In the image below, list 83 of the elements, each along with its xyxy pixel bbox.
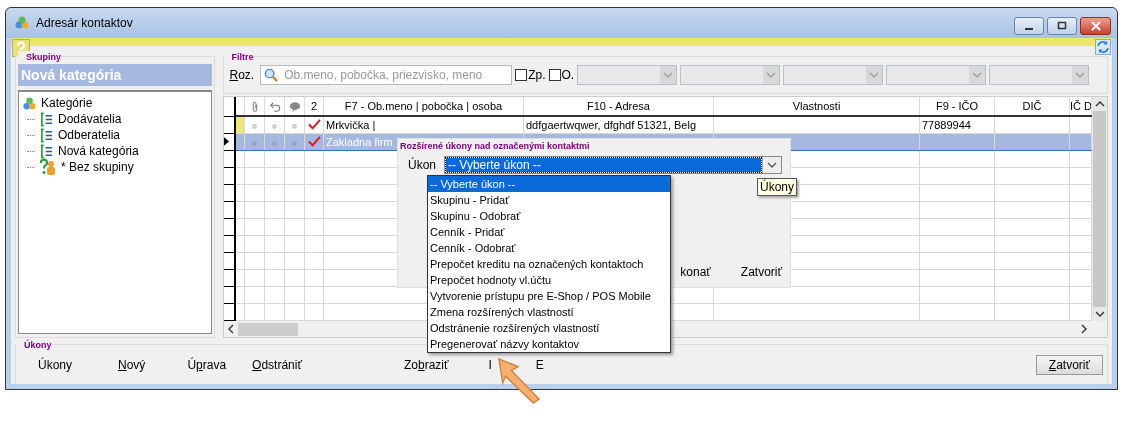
current-group-header: Nová kategória: [18, 64, 212, 86]
minimize-button[interactable]: [1014, 17, 1044, 35]
search-icon: [264, 67, 280, 83]
maximize-icon: [1056, 20, 1068, 32]
dropdown-option[interactable]: Skupinu - Odobrať: [428, 208, 670, 224]
dot-icon: [252, 124, 257, 129]
toolbar-button[interactable]: Zobraziť: [397, 358, 455, 372]
toolbar-button[interactable]: Úkony: [32, 358, 78, 372]
vertical-scrollbar[interactable]: [1092, 97, 1107, 321]
scroll-up-icon[interactable]: [1094, 101, 1105, 107]
dropdown-option[interactable]: Odstránenie rozšírených vlastností: [428, 320, 670, 336]
table-cell: 77889944: [922, 119, 971, 131]
group-label: Skupiny: [18, 51, 61, 63]
close-dialog-button[interactable]: Zatvoriť: [1035, 355, 1103, 375]
toolbar-button[interactable]: I: [482, 358, 498, 372]
list-icon: [39, 111, 54, 127]
dropdown-option[interactable]: Prepočet hodnoty vl.účtu: [428, 272, 670, 288]
checkbox-label: Zp.: [528, 68, 546, 82]
dot-icon: [292, 141, 297, 146]
tree-item[interactable]: Odberatelia: [22, 127, 208, 143]
tooltip: Úkony: [757, 178, 797, 196]
maximize-button[interactable]: [1047, 17, 1077, 35]
dropdown-option[interactable]: Skupinu - Pridať: [428, 192, 670, 208]
dot-icon: [272, 124, 277, 129]
field-label: Úkon: [408, 158, 436, 172]
chevron-down-icon: [766, 72, 777, 78]
close-button[interactable]: [1080, 17, 1111, 35]
column-header[interactable]: Vlastnosti: [792, 100, 841, 112]
scroll-right-icon[interactable]: [1081, 324, 1087, 334]
chevron-down-icon: [869, 72, 880, 78]
window-title: Adresár kontaktov: [36, 16, 133, 30]
tree-item[interactable]: * Bez skupiny: [22, 159, 208, 175]
column-header[interactable]: DIČ: [1022, 100, 1042, 112]
table-row[interactable]: Mrkvička | ddfgaertwqwer, dfghdf 51321, Belg 77889944: [223, 116, 1092, 134]
dialog-title: Rozšírené úkony nad označenými kontaktmi: [399, 140, 591, 153]
chevron-down-icon: [663, 72, 674, 78]
dialog-button[interactable]: Zatvoriť: [740, 265, 782, 279]
dropdown-option[interactable]: Pregenerovať názvy kontaktov: [428, 336, 670, 352]
dropdown-option[interactable]: -- Vyberte úkon --: [428, 176, 670, 192]
checkbox-label: O.: [561, 68, 575, 82]
refresh-icon[interactable]: [1095, 39, 1111, 55]
toolbar-button[interactable]: E: [529, 358, 550, 372]
scope-label: Roz.: [229, 68, 255, 82]
action-select[interactable]: -- Vyberte úkon --: [444, 156, 782, 174]
speech-bubble-icon: [288, 100, 301, 113]
people-icon: [22, 95, 37, 111]
tree-item[interactable]: Nová kategória: [22, 143, 208, 159]
filter-label: Filtre: [223, 51, 254, 63]
chevron-down-icon: [767, 162, 777, 168]
scroll-down-icon[interactable]: [1094, 311, 1105, 317]
dot-icon: [292, 124, 297, 129]
actions-label: Úkony: [16, 339, 52, 351]
undo-icon: [268, 100, 281, 113]
checkbox[interactable]: [548, 69, 561, 81]
dropdown-option[interactable]: Cenník - Pridať: [428, 224, 670, 240]
list-icon: [39, 143, 54, 159]
minimize-icon: [1025, 27, 1033, 30]
table-cell: Mrkvička |: [326, 119, 376, 131]
tree-item[interactable]: Dodávatelia: [22, 111, 208, 127]
table-cell: ddfgaertwqwer, dfghdf 51321, Belg: [526, 119, 696, 131]
toolbar-button[interactable]: Úprava: [181, 358, 233, 372]
checkbox[interactable]: [515, 69, 528, 81]
search-field[interactable]: Ob.meno, pobočka, priezvisko, meno: [260, 65, 513, 85]
dropdown-option[interactable]: Prepočet kreditu na označených kontaktoch: [428, 256, 670, 272]
dialog-button[interactable]: konať: [680, 265, 711, 279]
question-people-icon: [39, 158, 57, 176]
app-icon: [14, 15, 30, 31]
scroll-thumb[interactable]: [237, 322, 298, 336]
dropdown-option[interactable]: Zmena rozšírených vlastností: [428, 304, 670, 320]
dropdown-option[interactable]: Vytvorenie prístupu pre E-Shop / POS Mobile: [428, 288, 670, 304]
scroll-thumb[interactable]: [1093, 111, 1106, 307]
scroll-left-icon[interactable]: [227, 324, 234, 334]
chevron-down-icon: [1075, 72, 1086, 78]
dot-icon: [252, 141, 257, 146]
close-icon: [1089, 20, 1102, 32]
list-icon: [39, 127, 54, 143]
dot-icon: [272, 141, 277, 146]
dropdown-option[interactable]: Cenník - Odobrať: [428, 240, 670, 256]
chevron-down-icon: [972, 72, 983, 78]
table-cell: Zakladna firm: [326, 136, 393, 148]
toolbar-button[interactable]: Nový: [112, 358, 152, 372]
toolbar-button[interactable]: Odstrániť: [246, 358, 308, 372]
tree-item[interactable]: Kategórie: [22, 95, 208, 111]
